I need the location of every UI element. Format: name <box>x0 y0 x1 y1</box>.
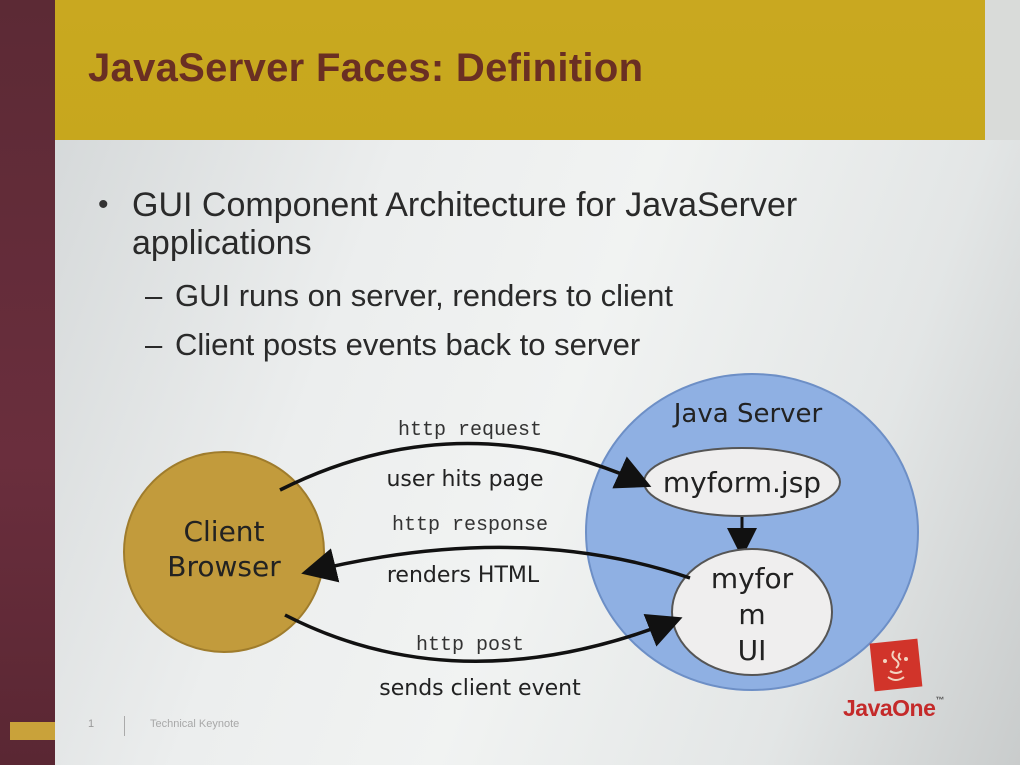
page-number: 1 <box>88 718 95 730</box>
architecture-diagram: Java Server myform.jsp myfor m UI Client… <box>123 373 919 701</box>
javaone-cup-icon <box>869 638 923 692</box>
logo-text: JavaOne <box>843 695 936 721</box>
footer-section: Technical Keynote <box>150 718 240 730</box>
ui-node-line1: myfor <box>711 562 794 595</box>
trademark-symbol: ™ <box>935 695 944 705</box>
http-request-label: http request <box>398 419 542 442</box>
ui-node-line3: UI <box>738 634 767 667</box>
footer-divider <box>124 716 125 736</box>
user-hits-page-label: user hits page <box>386 467 543 492</box>
java-server-label: Java Server <box>672 399 823 429</box>
javaone-logo: JavaOne™ <box>843 695 944 722</box>
renders-html-label: renders HTML <box>387 563 540 588</box>
client-label-line1: Client <box>183 515 264 548</box>
ui-node-line2: m <box>738 598 765 631</box>
client-label-line2: Browser <box>167 550 281 583</box>
http-post-label: http post <box>416 634 524 657</box>
slide: JavaServer Faces: Definition • GUI Compo… <box>0 0 1020 765</box>
http-response-label: http response <box>392 514 548 537</box>
sends-client-event-label: sends client event <box>379 676 581 701</box>
myform-jsp-label: myform.jsp <box>663 466 821 499</box>
